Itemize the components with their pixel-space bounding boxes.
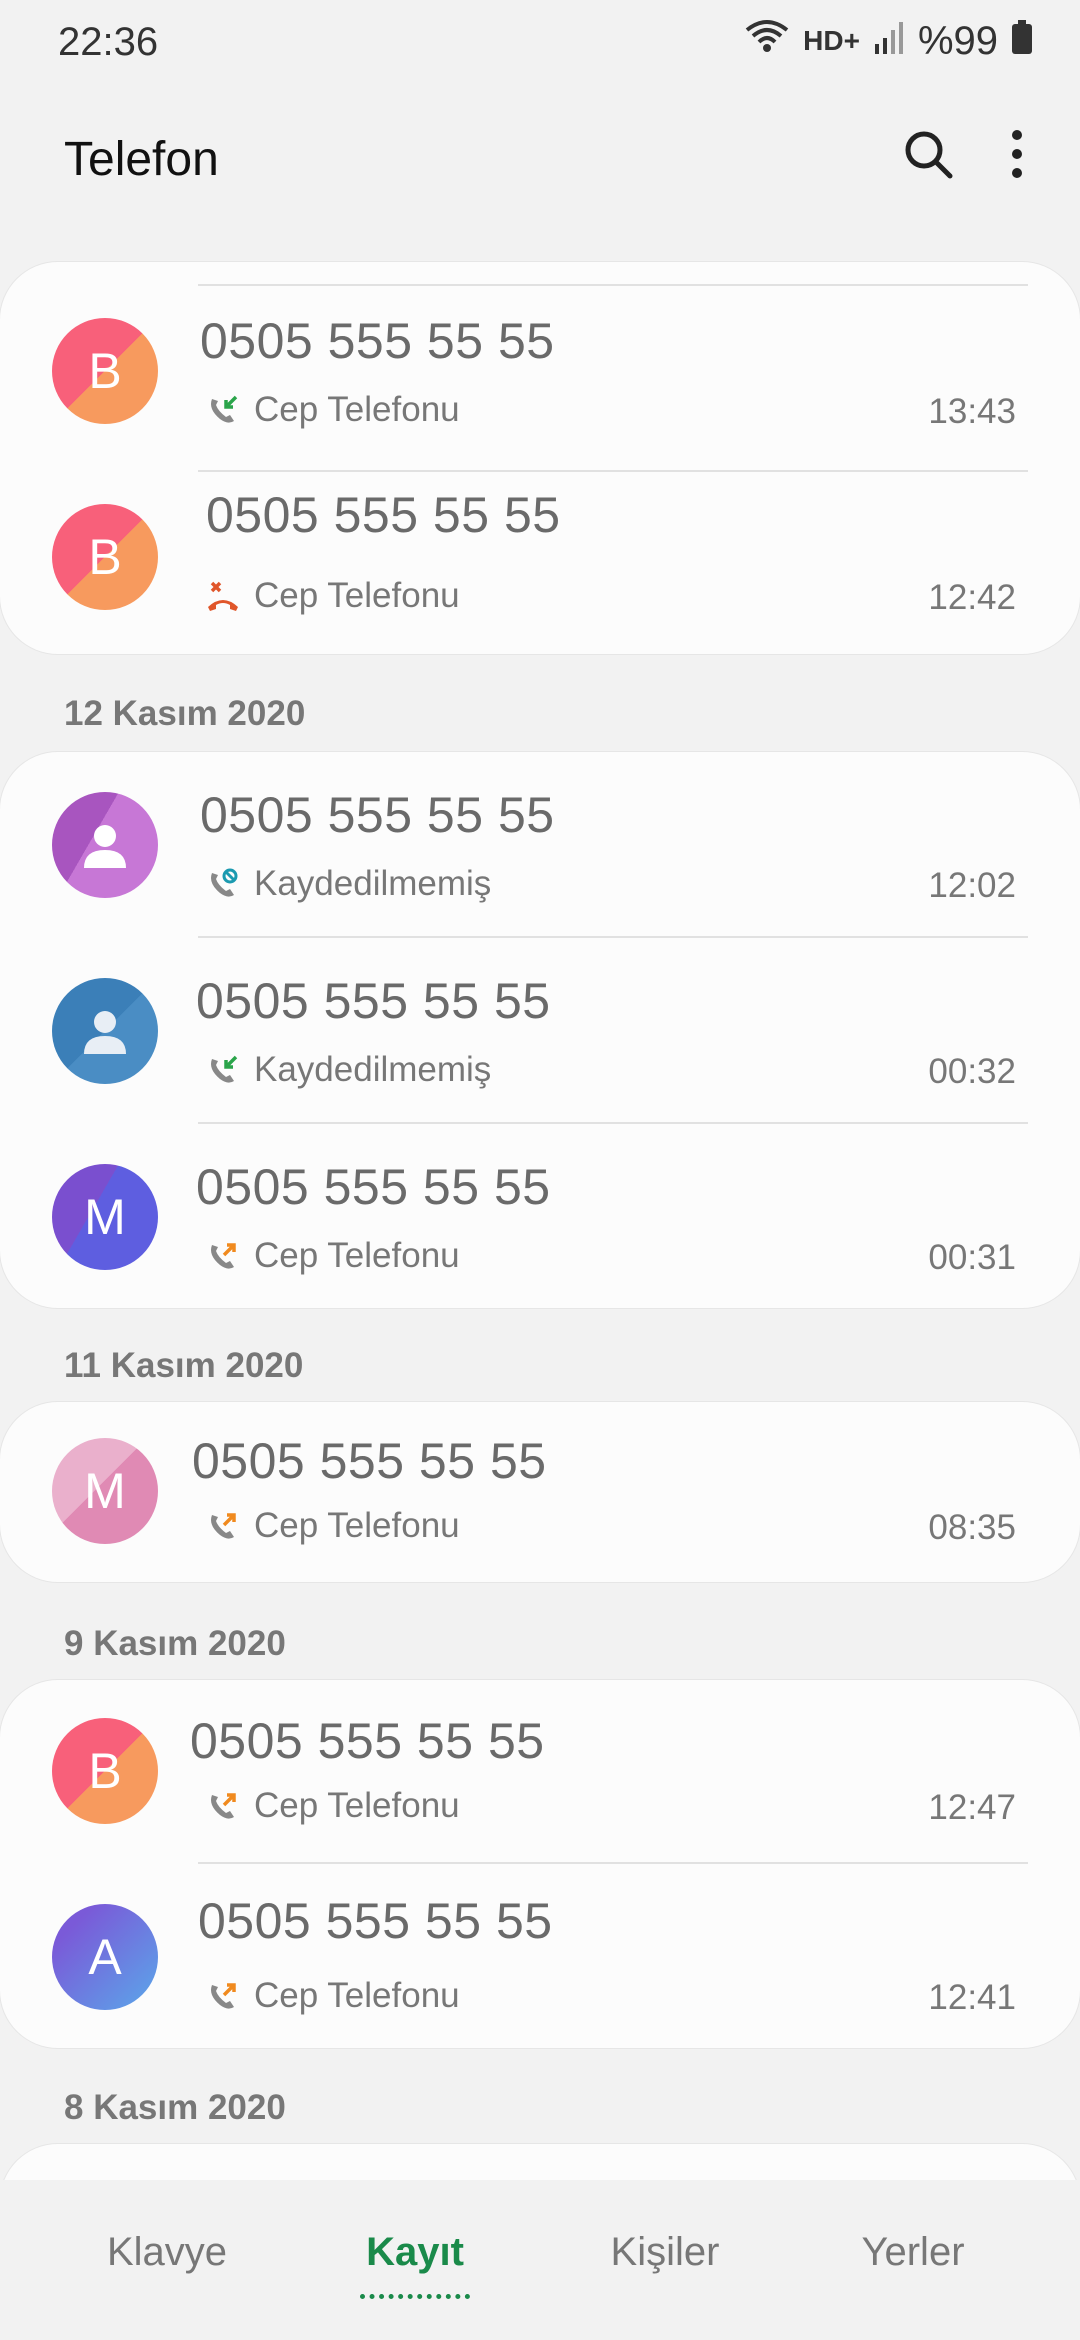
phone-number: 0505 555 55 55	[196, 1159, 551, 1215]
tab-label: Kayıt	[366, 2230, 464, 2274]
tab-label: Klavye	[106, 2230, 228, 2274]
outgoing-call-icon	[206, 1789, 240, 1823]
call-row[interactable]: A 0505 555 55 55 Cep Telefonu 12:41	[0, 1864, 1080, 2050]
avatar	[52, 978, 158, 1084]
call-time: 00:31	[928, 1238, 1016, 1277]
outgoing-call-icon	[206, 1239, 240, 1273]
avatar-letter: A	[88, 1929, 122, 1985]
avatar-letter: M	[84, 1463, 126, 1519]
call-type: Cep Telefonu	[206, 1506, 460, 1546]
call-type: Cep Telefonu	[206, 1236, 460, 1276]
date-header: 9 Kasım 2020	[64, 1624, 286, 1663]
call-type: Kaydedilmemiş	[206, 1050, 491, 1090]
network-type: HD+	[803, 25, 860, 56]
tab-recents[interactable]: Kayıt	[290, 2230, 540, 2299]
call-type-label: Cep Telefonu	[254, 1976, 460, 2015]
battery-level: %99	[917, 18, 998, 63]
status-bar: 22:36 HD+ %99	[0, 0, 1080, 86]
call-type-label: Cep Telefonu	[254, 1786, 460, 1825]
rejected-call-icon	[206, 579, 240, 613]
call-time: 12:42	[928, 578, 1016, 617]
phone-number: 0505 555 55 55	[200, 313, 555, 369]
signal-icon	[874, 19, 904, 64]
tab-contacts[interactable]: Kişiler	[540, 2230, 790, 2275]
tab-label: Kişiler	[610, 2230, 720, 2274]
tab-keypad[interactable]: Klavye	[42, 2230, 292, 2275]
person-icon	[80, 1006, 130, 1056]
call-row[interactable]: 0505 555 55 55 Kaydedilmemiş 00:32	[0, 938, 1080, 1124]
avatar	[52, 792, 158, 898]
person-icon	[80, 820, 130, 870]
outgoing-call-icon	[206, 1979, 240, 2013]
tab-label: Yerler	[861, 2230, 965, 2274]
call-group-card: M 0505 555 55 55 Cep Telefonu 08:35	[0, 1402, 1080, 1582]
blocked-call-icon	[206, 867, 240, 901]
call-row[interactable]: M 0505 555 55 55 Cep Telefonu 08:35	[0, 1398, 1080, 1584]
call-type-label: Cep Telefonu	[254, 1506, 460, 1545]
call-group-card: 0505 555 55 55 Kaydedilmemiş 12:02 0505 …	[0, 752, 1080, 1308]
app-bar: Telefon	[0, 110, 1080, 210]
call-row[interactable]: B 0505 555 55 55 Cep Telefonu 13:43	[0, 278, 1080, 464]
wifi-icon	[745, 18, 789, 64]
call-row[interactable]: B 0505 555 55 55 Cep Telefonu 12:47	[0, 1678, 1080, 1864]
call-row[interactable]: 0505 555 55 55 Kaydedilmemiş 12:02	[0, 752, 1080, 938]
phone-number: 0505 555 55 55	[196, 973, 551, 1029]
more-options-icon[interactable]	[1010, 128, 1024, 180]
call-type-label: Cep Telefonu	[254, 1236, 460, 1275]
phone-number: 0505 555 55 55	[192, 1433, 547, 1489]
call-group-card: B 0505 555 55 55 Cep Telefonu 12:47 A 05…	[0, 1680, 1080, 2048]
call-type-label: Cep Telefonu	[254, 576, 460, 615]
call-time: 00:32	[928, 1052, 1016, 1091]
avatar-letter: B	[88, 529, 122, 585]
phone-number: 0505 555 55 55	[198, 1893, 553, 1949]
call-type: Kaydedilmemiş	[206, 864, 491, 904]
phone-number: 0505 555 55 55	[200, 787, 555, 843]
call-type-label: Kaydedilmemiş	[254, 1050, 492, 1089]
avatar-letter: B	[88, 1743, 122, 1799]
date-header: 12 Kasım 2020	[64, 694, 306, 733]
call-time: 12:41	[928, 1978, 1016, 2017]
call-row[interactable]: B 0505 555 55 55 Cep Telefonu 12:42	[0, 464, 1080, 650]
call-type: Cep Telefonu	[206, 1786, 460, 1826]
avatar: B	[52, 318, 158, 424]
incoming-call-icon	[206, 393, 240, 427]
date-header: 11 Kasım 2020	[64, 1346, 304, 1385]
page-title: Telefon	[64, 133, 219, 186]
call-type: Cep Telefonu	[206, 1976, 460, 2016]
avatar: M	[52, 1164, 158, 1270]
avatar: A	[52, 1904, 158, 2010]
call-type: Cep Telefonu	[206, 390, 460, 430]
bottom-nav: Klavye Kayıt Kişiler Yerler	[0, 2180, 1080, 2340]
call-type-label: Kaydedilmemiş	[254, 864, 492, 903]
battery-icon	[1012, 19, 1032, 64]
status-time: 22:36	[58, 20, 159, 64]
call-row[interactable]: M 0505 555 55 55 Cep Telefonu 00:31	[0, 1124, 1080, 1310]
avatar: B	[52, 1718, 158, 1824]
avatar-letter: B	[88, 343, 122, 399]
status-icons: HD+ %99	[745, 18, 1032, 64]
avatar: B	[52, 504, 158, 610]
date-header: 8 Kasım 2020	[64, 2088, 286, 2127]
avatar-letter: M	[84, 1189, 126, 1245]
call-group-card: B 0505 555 55 55 Cep Telefonu 13:43 B 05…	[0, 262, 1080, 654]
phone-number: 0505 555 55 55	[190, 1713, 545, 1769]
avatar: M	[52, 1438, 158, 1544]
active-tab-indicator	[360, 2294, 470, 2299]
call-time: 12:47	[928, 1788, 1016, 1827]
tab-places[interactable]: Yerler	[788, 2230, 1038, 2275]
incoming-call-icon	[206, 1053, 240, 1087]
call-time: 13:43	[928, 392, 1016, 431]
outgoing-call-icon	[206, 1509, 240, 1543]
call-type-label: Cep Telefonu	[254, 390, 460, 429]
call-time: 12:02	[928, 866, 1016, 905]
phone-number: 0505 555 55 55	[206, 487, 561, 543]
call-time: 08:35	[928, 1508, 1016, 1547]
app-actions	[902, 128, 1024, 180]
search-icon[interactable]	[902, 128, 954, 180]
call-type: Cep Telefonu	[206, 576, 460, 616]
